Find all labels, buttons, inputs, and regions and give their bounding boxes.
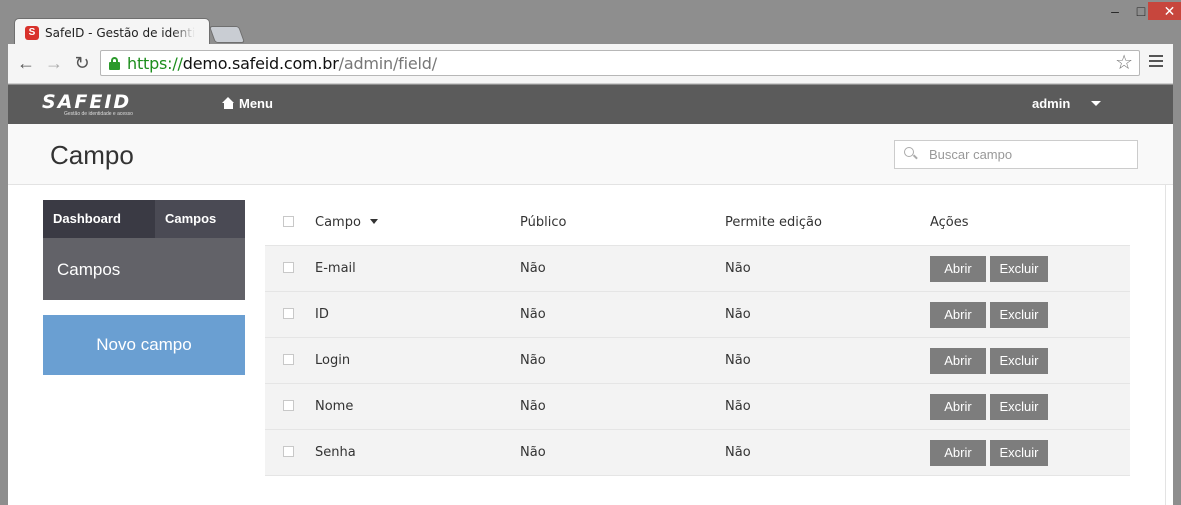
bookmark-star-icon[interactable]: ☆ [1115,52,1133,74]
delete-button[interactable]: Excluir [990,393,1048,420]
open-button[interactable]: Abrir [930,393,986,420]
page-header: Campo [8,124,1173,185]
cell-permite-edicao: Não [725,307,751,322]
url-text[interactable]: https://demo.safeid.com.br/admin/field/ [127,54,437,73]
column-header-acoes: Ações [930,215,969,230]
cell-campo: Senha [315,445,356,460]
delete-button[interactable]: Excluir [990,347,1048,374]
sidebar-tabs: Dashboard Campos [43,200,245,238]
delete-button[interactable]: Excluir [990,301,1048,328]
lock-icon [109,57,120,70]
new-field-button[interactable]: Novo campo [43,315,245,375]
table-header: Campo Público Permite edição Ações [265,200,1130,246]
fields-table: Campo Público Permite edição Ações E-mai… [265,200,1130,476]
cell-publico: Não [520,353,546,368]
tab-title: SafeID - Gestão de identidade e acesso [45,26,195,40]
home-icon [222,97,235,109]
tab-campos[interactable]: Campos [155,200,245,238]
search-box[interactable] [894,140,1138,169]
open-button[interactable]: Abrir [930,439,986,466]
cell-permite-edicao: Não [725,261,751,276]
cell-publico: Não [520,445,546,460]
url-scheme: https:// [127,54,183,73]
search-input[interactable] [929,147,1129,162]
row-checkbox[interactable] [283,262,294,273]
menu-link[interactable]: Menu [222,96,273,111]
favicon-icon: S [25,26,39,40]
browser-menu-icon[interactable] [1149,55,1163,69]
safeid-logo[interactable]: SAFEID Gestão de identidade e acesso [42,91,133,118]
user-menu[interactable]: admin [1032,96,1070,111]
column-header-campo[interactable]: Campo [315,200,378,246]
open-button[interactable]: Abrir [930,255,986,282]
cell-permite-edicao: Não [725,353,751,368]
table-row: Login Não Não Abrir Excluir [265,338,1130,384]
cell-campo: Login [315,353,351,368]
menu-label: Menu [239,96,273,111]
select-all-checkbox[interactable] [283,216,294,227]
browser-tab[interactable]: S SafeID - Gestão de identidade e acesso [14,18,210,46]
row-checkbox[interactable] [283,446,294,457]
forward-arrow-icon[interactable]: → [44,53,64,73]
cell-permite-edicao: Não [725,399,751,414]
table-row: Nome Não Não Abrir Excluir [265,384,1130,430]
url-path: /admin/field/ [338,54,437,73]
table-row: Senha Não Não Abrir Excluir [265,430,1130,476]
title-bar: S SafeID - Gestão de identidade e acesso… [0,0,1181,46]
column-header-publico: Público [520,215,567,230]
row-checkbox[interactable] [283,308,294,319]
browser-window: S SafeID - Gestão de identidade e acesso… [0,0,1181,505]
delete-button[interactable]: Excluir [990,439,1048,466]
cell-publico: Não [520,307,546,322]
new-tab-button[interactable] [208,26,246,43]
content-divider [1165,185,1166,505]
back-arrow-icon[interactable]: ← [16,53,36,73]
cell-publico: Não [520,399,546,414]
logo-text: SAFEID [42,91,132,113]
open-button[interactable]: Abrir [930,347,986,374]
tab-dashboard[interactable]: Dashboard [43,200,155,238]
delete-button[interactable]: Excluir [990,255,1048,282]
browser-toolbar: ← → ↻ https://demo.safeid.com.br/admin/f… [8,44,1173,84]
top-navbar: SAFEID Gestão de identidade e acesso Men… [8,85,1173,124]
column-header-permite-edicao: Permite edição [725,215,822,230]
reload-icon[interactable]: ↻ [72,53,92,73]
page-title: Campo [50,140,134,170]
table-row: E-mail Não Não Abrir Excluir [265,246,1130,292]
cell-campo: ID [315,307,329,322]
cell-campo: Nome [315,399,354,414]
close-window-button[interactable]: ✕ [1148,2,1181,20]
address-bar[interactable]: https://demo.safeid.com.br/admin/field/ … [100,50,1140,76]
open-button[interactable]: Abrir [930,301,986,328]
cell-publico: Não [520,261,546,276]
row-checkbox[interactable] [283,354,294,365]
logo-subtitle: Gestão de identidade e acesso [64,111,133,117]
web-page: SAFEID Gestão de identidade e acesso Men… [8,85,1173,505]
row-checkbox[interactable] [283,400,294,411]
cell-permite-edicao: Não [725,445,751,460]
sidebar-active-section[interactable]: Campos [43,238,245,300]
search-icon [904,147,918,160]
chevron-down-icon[interactable] [1091,101,1101,106]
cell-campo: E-mail [315,261,356,276]
url-host: demo.safeid.com.br [182,54,339,73]
sidebar-section-label: Campos [57,260,121,279]
table-row: ID Não Não Abrir Excluir [265,292,1130,338]
sort-down-icon [369,219,378,224]
column-label: Campo [315,215,361,230]
minimize-button[interactable]: – [1102,2,1128,20]
